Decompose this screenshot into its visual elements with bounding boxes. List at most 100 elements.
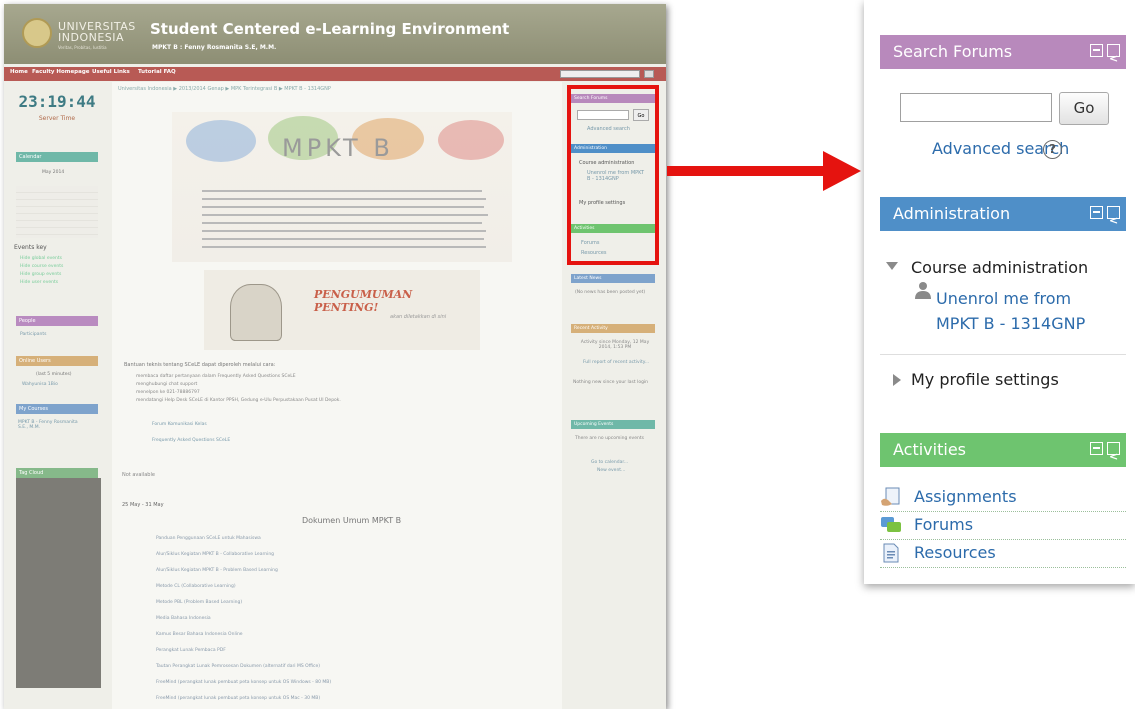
logo-text-line	[202, 198, 486, 200]
assignment-icon	[881, 487, 900, 506]
user-icon	[915, 282, 931, 299]
search-go-button[interactable]: Go	[1059, 92, 1109, 125]
dock-icon[interactable]	[1107, 42, 1120, 76]
doc-link[interactable]: Alur/Siklus Kegiatan MPKT B - Collaborat…	[156, 552, 274, 557]
recent-full-report[interactable]: Full report of recent activity...	[581, 360, 651, 365]
university-tagline: Veritas, Probitas, Iustitia	[58, 45, 107, 50]
support-item-1: membaca daftar pertanyaan dalam Frequent…	[136, 374, 296, 379]
course-administration-node[interactable]: Course administration	[911, 258, 1088, 277]
my-courses-header: My Courses	[16, 404, 98, 414]
events-key-label: Events key	[14, 244, 47, 251]
calendar-month: May 2014	[42, 170, 65, 175]
tag-cloud-panel	[16, 478, 101, 688]
doc-link[interactable]: Kamus Besar Bahasa Indonesia Online	[156, 632, 243, 637]
activities-header: Activities	[880, 433, 1126, 474]
course-logo-image: MPKT B	[172, 112, 512, 262]
support-item-3: menelpon ke 021-78886797	[136, 390, 200, 395]
minimize-icon[interactable]	[1090, 206, 1103, 219]
highlight-box	[567, 85, 659, 265]
forum-link[interactable]: Forum Komunikasi Kelas	[152, 422, 207, 427]
nav-faculty-link[interactable]: Faculty Homepage	[32, 69, 90, 75]
expand-down-icon[interactable]	[886, 262, 898, 270]
nav-search-input[interactable]	[560, 70, 640, 78]
online-user[interactable]: Wahyunisa 1Bio	[22, 382, 58, 387]
people-header: People	[16, 316, 98, 326]
help-icon[interactable]: ?	[1043, 140, 1062, 159]
recent-since: Activity since Monday, 12 May 2014, 1:53…	[580, 340, 650, 350]
resources-link[interactable]: Resources	[914, 543, 996, 562]
events-key-group[interactable]: Hide group events	[20, 272, 61, 277]
breadcrumb[interactable]: Universitas Indonesia ▶ 2013/2014 Genap …	[118, 86, 331, 92]
divider	[880, 538, 1126, 540]
support-intro: Bantuan teknis tentang SCeLE dapat diper…	[124, 362, 276, 368]
participants-link[interactable]: Participants	[20, 332, 46, 337]
megaphone-man-icon	[230, 284, 282, 341]
doc-link[interactable]: Perangkat Lunak Pembaca PDF	[156, 648, 226, 653]
divider	[880, 354, 1126, 355]
logo-text-line	[202, 222, 482, 224]
administration-header: Administration	[880, 197, 1126, 238]
calendar-header: Calendar	[16, 152, 98, 162]
online-users-header: Online Users	[16, 356, 98, 366]
announcement-subtitle: akan diletakkan di sini	[390, 314, 447, 320]
arrow-icon	[667, 166, 827, 176]
doc-link[interactable]: Panduan Penggunaan SCeLE untuk Mahasiswa	[156, 536, 261, 541]
logo-text-line	[202, 214, 488, 216]
forums-link[interactable]: Forums	[914, 515, 973, 534]
announcement-title: PENGUMUMAN PENTING!	[314, 288, 413, 314]
search-forums-header: Search Forums	[880, 35, 1126, 76]
nav-tutorial-link[interactable]: Tutorial FAQ	[138, 69, 176, 75]
doc-link[interactable]: FreeMind (perangkat lunak pembuat peta k…	[156, 696, 320, 701]
unenrol-link-line1[interactable]: Unenrol me from	[936, 289, 1071, 308]
go-calendar-link[interactable]: Go to calendar...	[591, 460, 628, 465]
search-forums-input[interactable]	[900, 93, 1052, 122]
nav-links-link[interactable]: Useful Links	[92, 69, 130, 75]
events-key-course[interactable]: Hide course events	[20, 264, 63, 269]
logo-text-line	[202, 246, 486, 248]
zoomed-blocks-panel: Search Forums Go Advanced search ? Admin…	[864, 0, 1135, 584]
block-controls	[1086, 42, 1120, 78]
recent-nothing: Nothing new since your last login	[573, 380, 649, 385]
minimize-icon[interactable]	[1090, 442, 1103, 455]
my-profile-settings-node[interactable]: My profile settings	[911, 370, 1059, 389]
dock-icon[interactable]	[1107, 204, 1120, 238]
doc-link[interactable]: Metode CL (Collaborative Learning)	[156, 584, 236, 589]
site-banner: UNIVERSITAS INDONESIA Veritas, Probitas,…	[4, 4, 666, 64]
unenrol-link-line2[interactable]: MPKT B - 1314GNP	[936, 314, 1085, 333]
arrow-head-icon	[823, 151, 861, 191]
dock-icon[interactable]	[1107, 440, 1120, 474]
docs-title: Dokumen Umum MPKT B	[302, 516, 402, 525]
doc-link[interactable]: Tautan Perangkat Lunak Pemrosesan Dokume…	[156, 664, 320, 669]
forum-icon	[881, 517, 901, 532]
minimize-icon[interactable]	[1090, 44, 1103, 57]
calendar-grid[interactable]	[16, 186, 98, 238]
events-key-user[interactable]: Hide user events	[20, 280, 58, 285]
my-course-link[interactable]: MPKT B - Fenny Rosmanita S.E., M.M.	[18, 420, 88, 430]
nav-home-link[interactable]: Home	[10, 69, 28, 75]
support-item-4: mendatangi Help Desk SCeLE di Kantor PPS…	[136, 398, 341, 403]
new-event-link[interactable]: New event...	[597, 468, 625, 473]
divider	[880, 510, 1126, 512]
events-key-global[interactable]: Hide global events	[20, 256, 62, 261]
upcoming-header: Upcoming Events	[571, 420, 655, 429]
university-seal-icon	[22, 18, 52, 48]
administration-title: Administration	[893, 204, 1011, 223]
doc-link[interactable]: Alur/Siklus Kegiatan MPKT B - Problem Ba…	[156, 568, 278, 573]
upcoming-text: There are no upcoming events	[575, 436, 644, 441]
doc-link[interactable]: Metode PBL (Problem Based Learning)	[156, 600, 242, 605]
nav-search-button[interactable]	[644, 70, 654, 78]
logo-text-line	[202, 206, 484, 208]
doc-link[interactable]: Media Bahasa Indonesia	[156, 616, 211, 621]
support-item-2: menghubungi chat support	[136, 382, 198, 387]
expand-right-icon[interactable]	[893, 374, 901, 386]
site-title: Student Centered e-Learning Environment	[150, 20, 510, 38]
recent-activity-header: Recent Activity	[571, 324, 655, 333]
faq-link[interactable]: Frequently Asked Questions SCeLE	[152, 438, 230, 443]
course-subtitle: MPKT B : Fenny Rosmanita S.E, M.M.	[152, 44, 277, 51]
divider	[880, 566, 1126, 568]
doc-link[interactable]: FreeMind (perangkat lunak pembuat peta k…	[156, 680, 331, 685]
assignments-link[interactable]: Assignments	[914, 487, 1017, 506]
week-label: 25 May - 31 May	[122, 502, 164, 508]
latest-news-header: Latest News	[571, 274, 655, 283]
resource-icon	[883, 543, 899, 563]
